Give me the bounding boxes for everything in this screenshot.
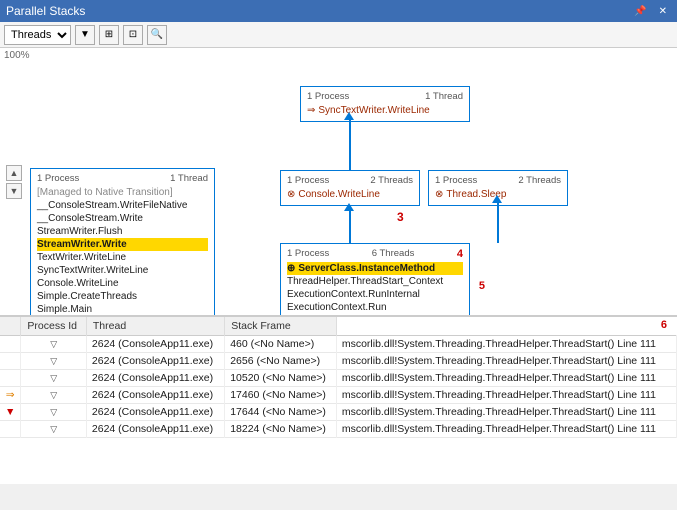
- row-process-id: 2624 (ConsoleApp11.exe): [86, 370, 224, 387]
- zoom-level: 100%: [4, 50, 30, 61]
- box1-method-2[interactable]: __ConsoleStream.Write: [37, 212, 208, 225]
- box4-thread: 1 Thread: [425, 91, 463, 102]
- arrow-head-3: [492, 195, 502, 203]
- box1-method-4[interactable]: StreamWriter.Write: [37, 238, 208, 251]
- row-process-id: 2624 (ConsoleApp11.exe): [86, 404, 224, 421]
- view-selector[interactable]: Threads Tasks: [4, 25, 71, 45]
- box1-method-9[interactable]: Simple.Main: [37, 303, 208, 316]
- nav-down[interactable]: ▼: [6, 183, 22, 199]
- label-6: 6: [661, 319, 667, 331]
- box1-method-5[interactable]: TextWriter.WriteLine: [37, 251, 208, 264]
- title-bar-controls: 📌 ✕: [630, 5, 671, 18]
- arrow-line-2: [349, 120, 351, 170]
- box2-method-0[interactable]: ⊗Console.WriteLine: [287, 188, 413, 201]
- stack-box-1[interactable]: 1 Process 1 Thread [Managed to Native Tr…: [30, 168, 215, 316]
- row-arrow-icon: ▼: [0, 404, 21, 421]
- row-filter-icon[interactable]: ▽: [21, 387, 86, 404]
- arrow-line-3: [497, 203, 499, 243]
- table-row[interactable]: ▽2624 (ConsoleApp11.exe)18224 (<No Name>…: [0, 421, 677, 438]
- box4-method-0[interactable]: ⇒SyncTextWriter.WriteLine: [307, 104, 463, 117]
- table-row[interactable]: ⇒▽2624 (ConsoleApp11.exe)17460 (<No Name…: [0, 387, 677, 404]
- row-stack-frame: mscorlib.dll!System.Threading.ThreadHelp…: [336, 404, 676, 421]
- label-5: 5: [479, 280, 485, 292]
- box3-process: 1 Process: [435, 175, 477, 186]
- col-thread: Thread: [86, 317, 224, 336]
- box5-method-1[interactable]: ThreadHelper.ThreadStart_Context: [287, 275, 463, 288]
- col-filter: [0, 317, 21, 336]
- arrow-line-1: [349, 211, 351, 244]
- row-process-id: 2624 (ConsoleApp11.exe): [86, 336, 224, 353]
- row-thread: 17460 (<No Name>): [225, 387, 337, 404]
- row-process-id: 2624 (ConsoleApp11.exe): [86, 353, 224, 370]
- nav-up[interactable]: ▲: [6, 165, 22, 181]
- box1-method-6[interactable]: SyncTextWriter.WriteLine: [37, 264, 208, 277]
- col-stack-frame: Stack Frame: [225, 317, 337, 336]
- row-stack-frame: mscorlib.dll!System.Threading.ThreadHelp…: [336, 387, 676, 404]
- row-thread: 10520 (<No Name>): [225, 370, 337, 387]
- stack-box-4[interactable]: 1 Process 1 Thread ⇒SyncTextWriter.Write…: [300, 86, 470, 122]
- locate-btn[interactable]: 🔍: [147, 25, 167, 45]
- table-row[interactable]: ▽2624 (ConsoleApp11.exe)10520 (<No Name>…: [0, 370, 677, 387]
- box5-method-2[interactable]: ExecutionContext.RunInternal: [287, 288, 463, 301]
- box1-method-3[interactable]: StreamWriter.Flush: [37, 225, 208, 238]
- box5-method-3[interactable]: ExecutionContext.Run: [287, 301, 463, 314]
- box1-process: 1 Process: [37, 173, 79, 184]
- filter-btn[interactable]: ▼: [75, 25, 95, 45]
- row-process-id: 2624 (ConsoleApp11.exe): [86, 387, 224, 404]
- row-arrow-icon: [0, 353, 21, 370]
- row-stack-frame: mscorlib.dll!System.Threading.ThreadHelp…: [336, 353, 676, 370]
- box5-process: 1 Process: [287, 248, 329, 260]
- label-4: 4: [457, 248, 463, 260]
- table-header-row: Process Id Thread Stack Frame: [0, 317, 677, 336]
- row-arrow-icon: [0, 336, 21, 353]
- row-stack-frame: mscorlib.dll!System.Threading.ThreadHelp…: [336, 421, 676, 438]
- stack-box-2[interactable]: 1 Process 2 Threads ⊗Console.WriteLine: [280, 170, 420, 206]
- arrow-head-1: [344, 203, 354, 211]
- row-thread: 460 (<No Name>): [225, 336, 337, 353]
- box5-method-0[interactable]: ⊕ServerClass.InstanceMethod: [287, 262, 463, 275]
- table-row[interactable]: ▽2624 (ConsoleApp11.exe)2656 (<No Name>)…: [0, 353, 677, 370]
- row-arrow-icon: ⇒: [0, 387, 21, 404]
- row-thread: 18224 (<No Name>): [225, 421, 337, 438]
- row-filter-icon[interactable]: ▽: [21, 336, 86, 353]
- col-process-id: Process Id: [21, 317, 86, 336]
- row-thread: 2656 (<No Name>): [225, 353, 337, 370]
- row-stack-frame: mscorlib.dll!System.Threading.ThreadHelp…: [336, 370, 676, 387]
- bottom-table: 6 Process Id Thread Stack Frame ▽2624 (C…: [0, 316, 677, 484]
- box1-method-0[interactable]: [Managed to Native Transition]: [37, 186, 208, 199]
- row-stack-frame: mscorlib.dll!System.Threading.ThreadHelp…: [336, 336, 676, 353]
- box2-process: 1 Process: [287, 175, 329, 186]
- row-filter-icon[interactable]: ▽: [21, 353, 86, 370]
- box1-method-7[interactable]: Console.WriteLine: [37, 277, 208, 290]
- row-filter-icon[interactable]: ▽: [21, 370, 86, 387]
- row-filter-icon[interactable]: ▽: [21, 421, 86, 438]
- arrow-head-2: [344, 112, 354, 120]
- toggle-method-btn[interactable]: ⊞: [99, 25, 119, 45]
- row-process-id: 2624 (ConsoleApp11.exe): [86, 421, 224, 438]
- window-title: Parallel Stacks: [6, 4, 85, 18]
- box5-thread: 6 Threads: [372, 248, 415, 260]
- title-bar: Parallel Stacks 📌 ✕: [0, 0, 677, 22]
- row-arrow-icon: [0, 370, 21, 387]
- box1-method-1[interactable]: __ConsoleStream.WriteFileNative: [37, 199, 208, 212]
- diagram-area: 100% ▲ ▼ 1 Process 1 Thread [Managed to …: [0, 48, 677, 316]
- box3-thread: 2 Threads: [518, 175, 561, 186]
- box1-thread: 1 Thread: [170, 173, 208, 184]
- row-arrow-icon: [0, 421, 21, 438]
- row-filter-icon[interactable]: ▽: [21, 404, 86, 421]
- box4-process: 1 Process: [307, 91, 349, 102]
- expand-btn[interactable]: ⊡: [123, 25, 143, 45]
- label-3: 3: [397, 210, 404, 224]
- box1-method-8[interactable]: Simple.CreateThreads: [37, 290, 208, 303]
- close-icon[interactable]: ✕: [655, 5, 671, 18]
- box5-method-4[interactable]: ExecutionContext.Run: [287, 314, 463, 316]
- stack-box-5[interactable]: 1 Process 6 Threads 4 ⊕ServerClass.Insta…: [280, 243, 470, 316]
- toolbar: Threads Tasks ▼ ⊞ ⊡ 🔍: [0, 22, 677, 48]
- table-row[interactable]: ▼▽2624 (ConsoleApp11.exe)17644 (<No Name…: [0, 404, 677, 421]
- table-row[interactable]: ▽2624 (ConsoleApp11.exe)460 (<No Name>)m…: [0, 336, 677, 353]
- pin-icon[interactable]: 📌: [630, 5, 650, 18]
- row-thread: 17644 (<No Name>): [225, 404, 337, 421]
- box2-thread: 2 Threads: [370, 175, 413, 186]
